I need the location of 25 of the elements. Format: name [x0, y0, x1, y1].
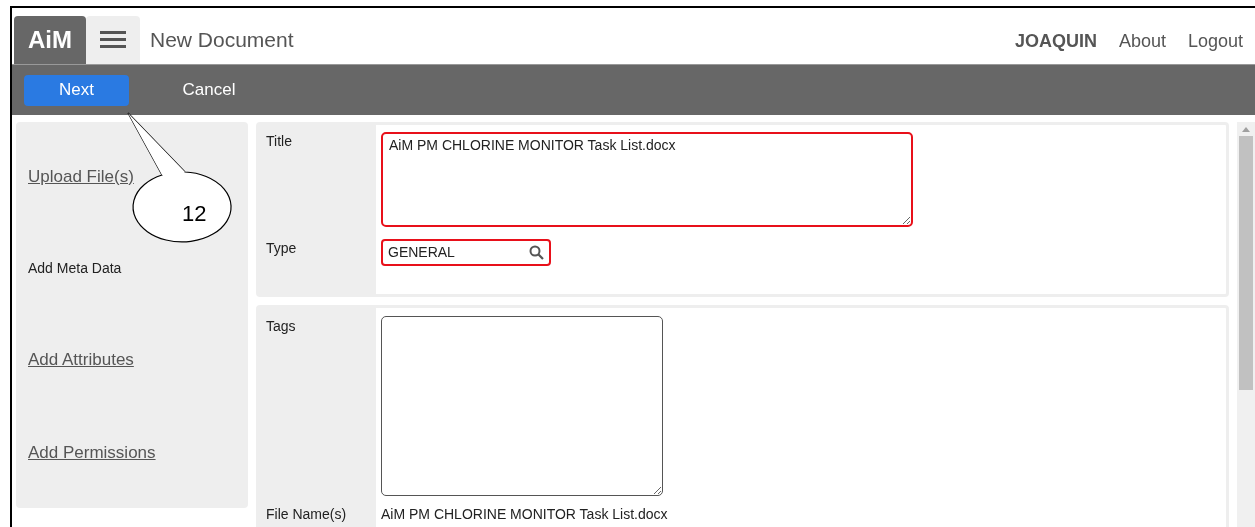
callout-number: 12 — [182, 200, 207, 228]
menu-icon — [100, 31, 126, 49]
step-link[interactable]: Add Attributes — [28, 346, 134, 373]
title-field[interactable]: AiM PM CHLORINE MONITOR Task List.docx — [381, 132, 913, 227]
user-name: JOAQUIN — [1014, 30, 1097, 53]
field-label: File Name(s) — [266, 505, 348, 524]
tags-field[interactable] — [381, 316, 663, 496]
header-link[interactable]: Logout — [1187, 28, 1243, 55]
type-field[interactable]: GENERAL — [381, 239, 551, 266]
next-button[interactable]: Next — [24, 74, 129, 106]
step-link[interactable]: Add Permissions — [28, 440, 156, 466]
field-label: Type — [266, 239, 298, 258]
menu-button[interactable] — [86, 16, 140, 64]
page-title: New Document — [150, 26, 294, 53]
type-value: GENERAL — [388, 243, 455, 262]
file-name: AiM PM CHLORINE MONITOR Task List.docx — [381, 505, 669, 524]
cancel-button[interactable]: Cancel — [159, 74, 259, 106]
scroll-thumb[interactable] — [1239, 136, 1253, 390]
step-current: Add Meta Data — [28, 258, 122, 278]
field-label: Title — [266, 132, 293, 151]
step-link[interactable]: Upload File(s) — [28, 164, 134, 190]
field-label: Tags — [266, 317, 297, 336]
search-icon — [529, 245, 544, 260]
app-logo[interactable]: AiM — [14, 16, 86, 64]
header-link[interactable]: About — [1118, 28, 1166, 55]
